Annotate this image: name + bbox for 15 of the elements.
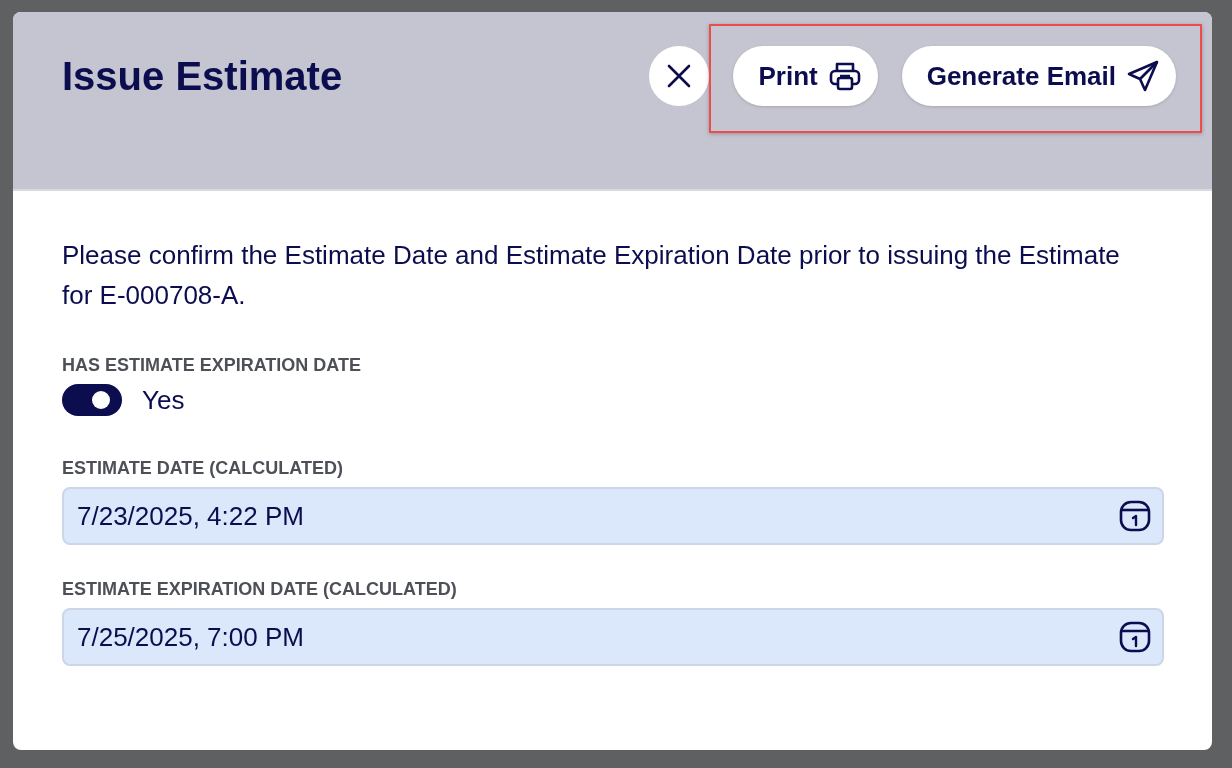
date-field[interactable]: 7/25/2025, 7:00 PM bbox=[62, 608, 1164, 666]
toggle-value: Yes bbox=[142, 384, 185, 416]
calendar-icon bbox=[1118, 499, 1152, 533]
field-label: HAS ESTIMATE EXPIRATION DATE bbox=[62, 355, 362, 376]
confirmation-message: Please confirm the Estimate Date and Estimate Expiration Date prior to issuing the Estimate for E-000708-A. bbox=[62, 239, 1121, 312]
action-button[interactable]: Generate Email bbox=[901, 46, 1176, 106]
calendar-icon bbox=[1118, 620, 1152, 654]
toggle-switch[interactable] bbox=[62, 384, 122, 416]
close-icon bbox=[666, 63, 693, 89]
field-label: ESTIMATE DATE (CALCULATED) bbox=[62, 458, 344, 479]
dialog-title: Issue Estimate bbox=[62, 54, 343, 99]
paper-plane-icon bbox=[1126, 59, 1160, 93]
date-field[interactable]: 7/23/2025, 4:22 PM bbox=[62, 487, 1164, 545]
field-label: ESTIMATE EXPIRATION DATE (CALCULATED) bbox=[62, 579, 458, 600]
action-button[interactable]: Print bbox=[733, 46, 878, 106]
